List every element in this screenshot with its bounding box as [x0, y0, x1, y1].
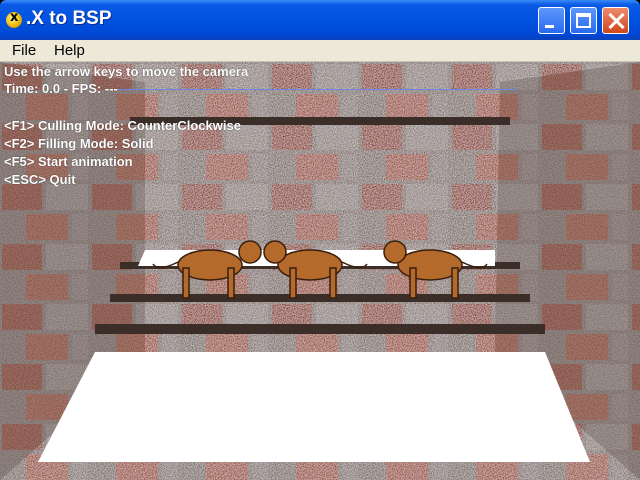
floor-plane — [38, 352, 590, 462]
quit-text: <ESC> Quit — [4, 172, 76, 187]
animation-text: <F5> Start animation — [4, 154, 133, 169]
maximize-button[interactable] — [570, 7, 597, 34]
culling-mode-text: <F1> Culling Mode: CounterClockwise — [4, 118, 241, 133]
fps-graph-line — [118, 89, 518, 90]
menu-help[interactable]: Help — [52, 42, 87, 59]
time-fps-text: Time: 0.0 - FPS: --- — [4, 81, 118, 96]
filling-mode-text: <F2> Filling Mode: Solid — [4, 136, 154, 151]
menu-file[interactable]: File — [10, 42, 38, 59]
window-title: .X to BSP — [26, 8, 112, 29]
menu-bar: File Help — [0, 40, 640, 62]
minimize-button[interactable] — [538, 7, 565, 34]
instruction-text: Use the arrow keys to move the camera — [4, 64, 249, 79]
close-button[interactable] — [602, 7, 629, 34]
title-bar[interactable]: .X to BSP — [0, 0, 640, 40]
render-viewport[interactable]: Use the arrow keys to move the camera Ti… — [0, 62, 640, 480]
app-icon[interactable] — [6, 10, 22, 28]
